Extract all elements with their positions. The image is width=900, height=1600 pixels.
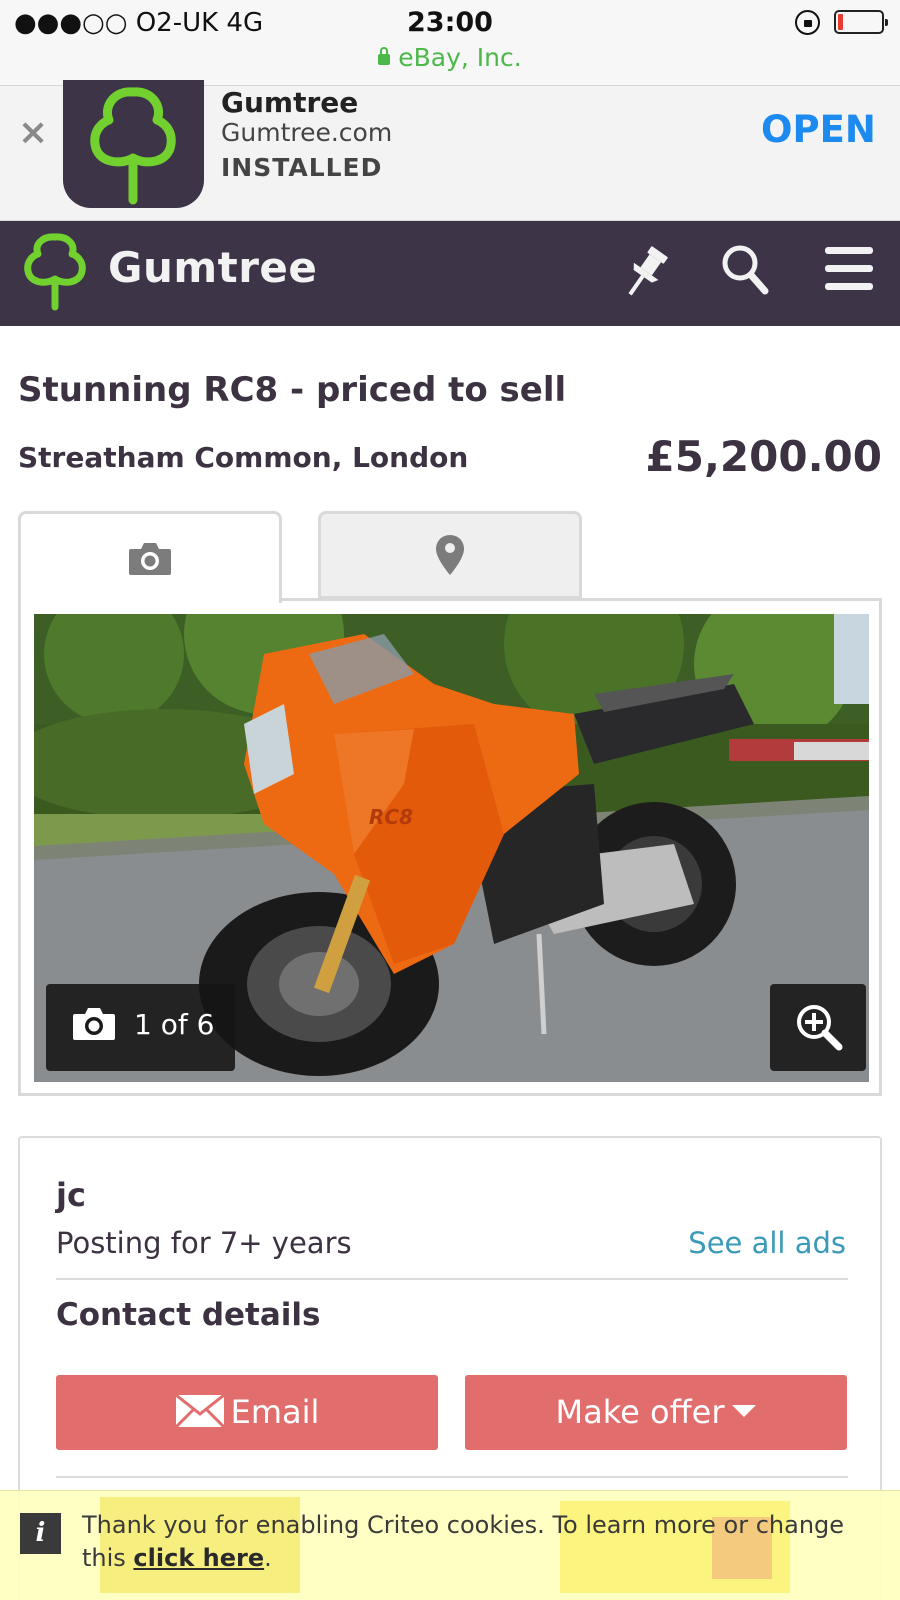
rotation-lock-icon bbox=[795, 10, 820, 35]
seller-posting-duration: Posting for 7+ years bbox=[56, 1226, 352, 1260]
ios-status-bar: ●●●○○ O2-UK 4G 23:00 eBay, Inc. bbox=[0, 0, 900, 86]
cookie-message: Thank you for enabling Criteo cookies. T… bbox=[82, 1509, 882, 1575]
search-icon[interactable] bbox=[720, 243, 770, 297]
clock: 23:00 bbox=[407, 7, 493, 38]
gumtree-tree-logo-icon[interactable] bbox=[22, 233, 88, 311]
make-offer-button[interactable]: Make offer bbox=[465, 1375, 847, 1450]
camera-icon bbox=[73, 1008, 115, 1040]
caret-down-icon bbox=[732, 1405, 757, 1417]
see-all-ads-link[interactable]: See all ads bbox=[688, 1226, 846, 1260]
app-status: INSTALLED bbox=[221, 153, 383, 182]
zoom-in-icon bbox=[797, 1005, 843, 1051]
listing-price: £5,200.00 bbox=[645, 432, 882, 481]
cookie-message-end: . bbox=[264, 1544, 272, 1572]
battery-icon bbox=[834, 10, 888, 34]
zoom-button[interactable] bbox=[770, 984, 866, 1071]
info-icon: i bbox=[20, 1513, 61, 1554]
camera-icon bbox=[129, 542, 171, 575]
lock-icon bbox=[378, 47, 391, 65]
seller-name: jc bbox=[56, 1176, 86, 1214]
site-header: Gumtree bbox=[0, 221, 900, 326]
open-app-button[interactable]: OPEN bbox=[761, 108, 876, 151]
envelope-icon bbox=[174, 1394, 225, 1428]
site-owner: eBay, Inc. bbox=[398, 43, 522, 72]
app-site: Gumtree.com bbox=[221, 118, 393, 147]
cookie-click-here-link[interactable]: click here bbox=[133, 1544, 264, 1572]
close-icon[interactable]: × bbox=[18, 112, 48, 153]
address-bar[interactable]: eBay, Inc. bbox=[0, 43, 900, 72]
map-pin-icon bbox=[436, 535, 464, 575]
smart-app-banner: × Gumtree Gumtree.com INSTALLED OPEN bbox=[0, 80, 900, 221]
photo-counter: 1 of 6 bbox=[46, 984, 235, 1071]
pin-icon[interactable] bbox=[620, 245, 670, 301]
make-offer-label: Make offer bbox=[555, 1393, 725, 1431]
brand-name[interactable]: Gumtree bbox=[108, 243, 317, 292]
tab-map[interactable] bbox=[318, 511, 582, 599]
app-name: Gumtree bbox=[221, 86, 359, 119]
photo-counter-text: 1 of 6 bbox=[134, 1008, 215, 1041]
app-icon bbox=[63, 80, 204, 208]
email-button-label: Email bbox=[230, 1393, 320, 1431]
listing-title: Stunning RC8 - priced to sell bbox=[18, 370, 567, 410]
email-button[interactable]: Email bbox=[56, 1375, 438, 1450]
cookie-banner: i Thank you for enabling Criteo cookies.… bbox=[0, 1490, 900, 1600]
hamburger-menu-icon[interactable] bbox=[823, 245, 875, 293]
tab-photos[interactable] bbox=[18, 511, 282, 603]
photo-gallery: RC8 1 of 6 bbox=[18, 598, 882, 1096]
listing-location: Streatham Common, London bbox=[18, 441, 469, 474]
divider bbox=[56, 1476, 848, 1478]
divider bbox=[56, 1278, 848, 1280]
contact-details-heading: Contact details bbox=[56, 1297, 321, 1333]
fairing-text: RC8 bbox=[369, 805, 413, 829]
